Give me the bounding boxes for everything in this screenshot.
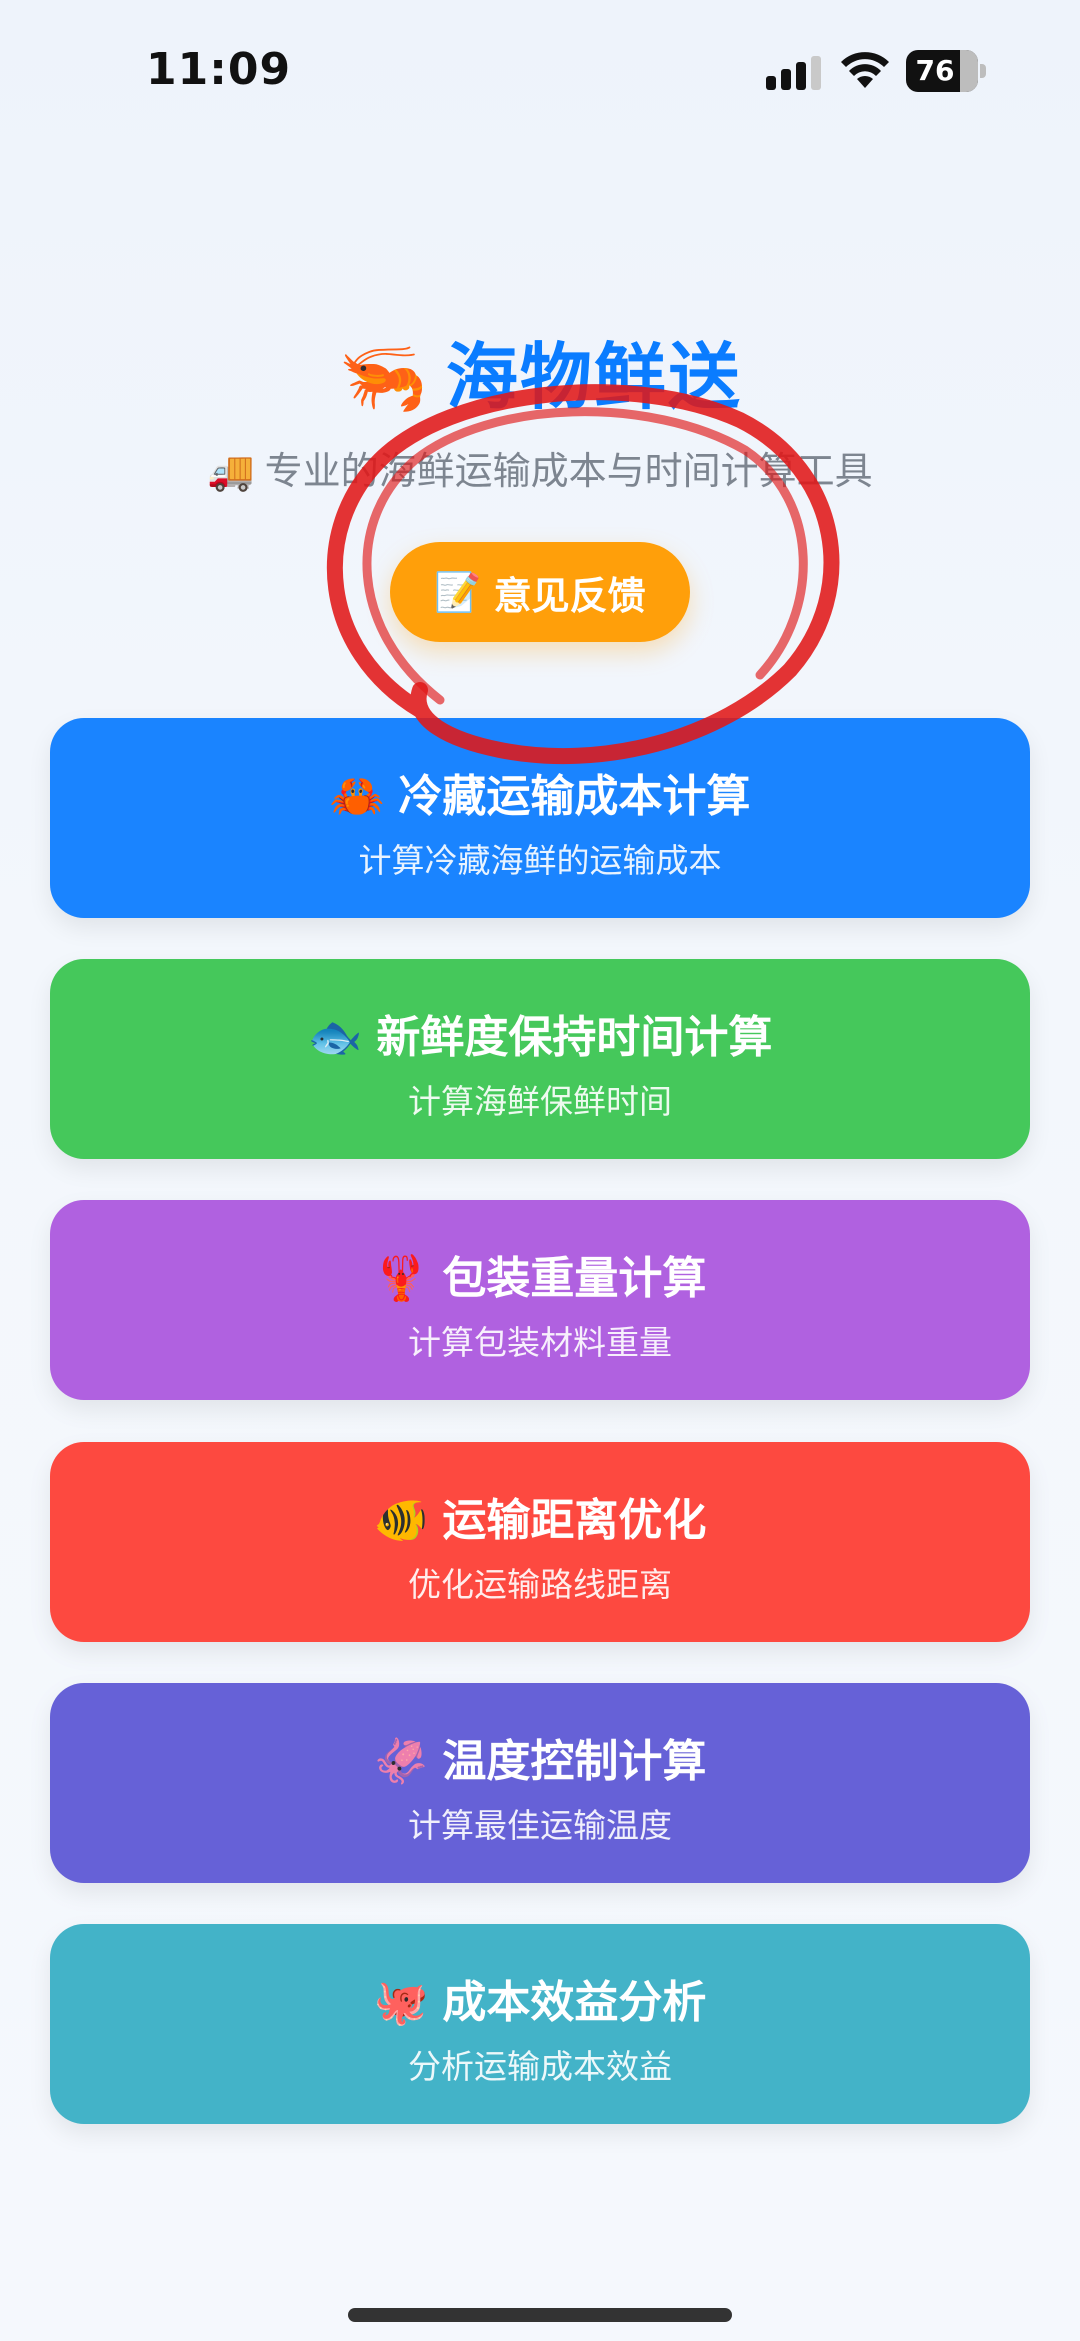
- shrimp-icon: 🦐: [338, 335, 430, 419]
- card-subtitle: 分析运输成本效益: [408, 2047, 672, 2086]
- card-title: 🦑 温度控制计算: [373, 1736, 707, 1787]
- card-subtitle: 优化运输路线距离: [408, 1565, 672, 1604]
- fish-icon: 🐟: [307, 1012, 363, 1063]
- app-title-text: 海物鲜送: [445, 335, 742, 419]
- card-subtitle: 计算海鲜保鲜时间: [408, 1082, 672, 1121]
- card-title: 🐠 运输距离优化: [373, 1495, 707, 1546]
- card-title: 🦞 包装重量计算: [373, 1253, 707, 1304]
- feedback-button[interactable]: 📝 意见反馈: [390, 542, 690, 642]
- cellular-signal-icon: [766, 56, 821, 90]
- card-cold-chain-cost[interactable]: 🦀 冷藏运输成本计算 计算冷藏海鲜的运输成本: [50, 718, 1030, 918]
- card-package-weight[interactable]: 🦞 包装重量计算 计算包装材料重量: [50, 1200, 1030, 1400]
- card-title: 🐟 新鲜度保持时间计算: [307, 1012, 773, 1063]
- battery-level: 76: [915, 54, 955, 87]
- memo-icon: 📝: [434, 569, 482, 614]
- app-title: 🦐 海物鲜送: [0, 318, 1080, 423]
- app-subtitle-text: 专业的海鲜运输成本与时间计算工具: [264, 449, 873, 493]
- card-title: 🦀 冷藏运输成本计算: [329, 771, 751, 822]
- app-subtitle: 🚚 专业的海鲜运输成本与时间计算工具: [0, 440, 1080, 495]
- wifi-icon: [841, 52, 889, 88]
- card-subtitle: 计算最佳运输温度: [408, 1806, 672, 1845]
- tropical-fish-icon: 🐠: [373, 1495, 429, 1546]
- crab-icon: 🦀: [329, 771, 385, 822]
- squid-icon: 🦑: [373, 1736, 429, 1787]
- octopus-icon: 🐙: [373, 1977, 429, 2028]
- card-distance-optimization[interactable]: 🐠 运输距离优化 优化运输路线距离: [50, 1442, 1030, 1642]
- status-bar: 11:09 76: [0, 0, 1080, 140]
- lobster-icon: 🦞: [373, 1253, 429, 1304]
- card-subtitle: 计算包装材料重量: [408, 1323, 672, 1362]
- battery-body: 76: [906, 50, 978, 92]
- card-title: 🐙 成本效益分析: [373, 1977, 707, 2028]
- card-subtitle: 计算冷藏海鲜的运输成本: [358, 841, 722, 880]
- status-time: 11:09: [146, 44, 292, 95]
- feedback-label: 意见反馈: [493, 573, 646, 618]
- card-temperature-control[interactable]: 🦑 温度控制计算 计算最佳运输温度: [50, 1683, 1030, 1883]
- home-indicator: [348, 2308, 732, 2322]
- battery-icon: 76: [906, 50, 986, 92]
- card-freshness-time[interactable]: 🐟 新鲜度保持时间计算 计算海鲜保鲜时间: [50, 959, 1030, 1159]
- truck-icon: 🚚: [207, 449, 255, 493]
- card-cost-benefit[interactable]: 🐙 成本效益分析 分析运输成本效益: [50, 1924, 1030, 2124]
